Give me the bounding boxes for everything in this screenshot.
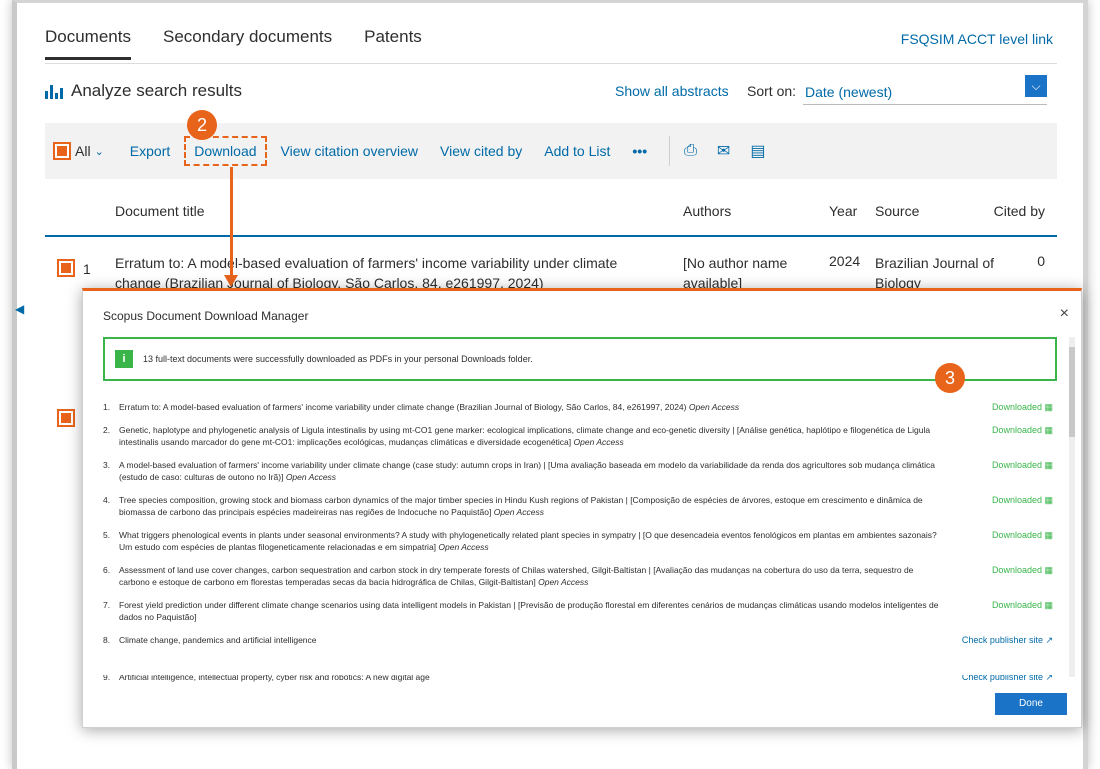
row-source-link[interactable]: Brazilian Journal of Biology	[875, 253, 995, 293]
col-authors[interactable]: Authors	[683, 203, 731, 219]
callout-arrow-head	[224, 275, 238, 287]
level-link[interactable]: FSQSIM ACCT level link	[901, 31, 1053, 47]
analyze-search-results[interactable]: Analyze search results	[45, 81, 242, 101]
select-all-checkbox[interactable]	[53, 142, 71, 160]
download-status-link[interactable]: Downloaded ▦	[992, 494, 1053, 506]
tab-secondary-documents[interactable]: Secondary documents	[163, 27, 332, 60]
row-title-link[interactable]: Erratum to: A model-based evaluation of …	[115, 253, 655, 293]
download-status-link[interactable]: Downloaded ▦	[992, 564, 1053, 576]
list-item: 2. Genetic, haplotype and phylogenetic a…	[103, 424, 1053, 447]
row-authors: [No author name available]	[683, 255, 788, 291]
callout-arrow-line	[230, 167, 233, 277]
view-cited-by-button[interactable]: View cited by	[440, 143, 522, 159]
more-options-button[interactable]: •••	[632, 143, 647, 159]
dialog-title: Scopus Document Download Manager	[103, 309, 309, 323]
step-badge-2: 2	[187, 110, 217, 140]
list-item: 4. Tree species composition, growing sto…	[103, 494, 1053, 517]
row-checkbox[interactable]	[57, 259, 75, 277]
add-to-list-button[interactable]: Add to List	[544, 143, 610, 159]
list-item: 5. What triggers phenological events in …	[103, 529, 1053, 552]
result-tabs: Documents Secondary documents Patents	[45, 27, 422, 60]
chevron-down-icon: ⌄	[94, 145, 104, 158]
check-publisher-link[interactable]: Check publisher site ↗	[962, 634, 1053, 646]
view-citation-overview-button[interactable]: View citation overview	[281, 143, 418, 159]
tab-documents[interactable]: Documents	[45, 27, 131, 60]
chevron-down-icon[interactable]: ⌵	[1025, 75, 1047, 97]
collapse-panel-icon[interactable]: ◀	[15, 302, 24, 316]
list-item: 8. Climate change, pandemics and artific…	[103, 634, 1053, 646]
col-document-title[interactable]: Document title	[115, 203, 204, 219]
show-all-abstracts-link[interactable]: Show all abstracts	[615, 83, 729, 99]
toolbar-separator	[669, 136, 671, 166]
row-cited-by: 0	[1037, 253, 1045, 269]
download-manager-dialog: Scopus Document Download Manager × i 13 …	[82, 288, 1082, 728]
list-item: 3. A model-based evaluation of farmers' …	[103, 459, 1053, 482]
print-icon[interactable]: ⎙	[684, 142, 697, 160]
info-icon: i	[115, 350, 133, 368]
bibliography-icon[interactable]: ▤	[750, 141, 765, 161]
sort-select[interactable]: Date (newest) ⌵	[803, 75, 1047, 105]
success-message: i 13 full-text documents were successful…	[103, 337, 1057, 381]
tabs-divider	[45, 63, 1057, 64]
download-list: 1. Erratum to: A model-based evaluation …	[103, 401, 1053, 657]
download-status-link[interactable]: Downloaded ▦	[992, 599, 1053, 611]
bar-chart-icon	[45, 83, 63, 99]
tab-patents[interactable]: Patents	[364, 27, 422, 60]
list-item: 1. Erratum to: A model-based evaluation …	[103, 401, 1053, 413]
download-status-link[interactable]: Downloaded ▦	[992, 529, 1053, 541]
dialog-scrollbar[interactable]	[1069, 337, 1075, 677]
list-item: 6. Assessment of land use cover changes,…	[103, 564, 1053, 587]
download-status-link[interactable]: Downloaded ▦	[992, 424, 1053, 436]
sort-label: Sort on:	[747, 83, 797, 99]
list-item: 7. Forest yield prediction under differe…	[103, 599, 1053, 622]
select-all-label: All	[75, 143, 91, 159]
list-item-partial: 9. Artificial intelligence, intellectual…	[103, 675, 1053, 683]
col-year[interactable]: Year	[829, 203, 857, 219]
download-button[interactable]: Download	[184, 136, 267, 166]
download-status-link[interactable]: Downloaded ▦	[992, 459, 1053, 471]
done-button[interactable]: Done	[995, 693, 1067, 715]
analyze-label: Analyze search results	[71, 81, 243, 100]
row-number: 1	[83, 261, 91, 277]
step-badge-3: 3	[935, 363, 965, 393]
row-checkbox[interactable]	[57, 409, 75, 427]
success-text: 13 full-text documents were successfully…	[143, 354, 533, 364]
check-publisher-link[interactable]: Check publisher site ↗	[962, 675, 1053, 683]
results-header-divider	[45, 235, 1057, 237]
sort-value: Date (newest)	[805, 84, 893, 100]
download-status-link[interactable]: Downloaded ▦	[992, 401, 1053, 413]
close-icon[interactable]: ×	[1060, 305, 1069, 323]
col-source[interactable]: Source	[875, 203, 919, 219]
email-icon[interactable]: ✉	[717, 141, 730, 161]
col-cited-by[interactable]: Cited by	[994, 203, 1045, 219]
select-all-dropdown[interactable]: All ⌄	[53, 142, 104, 160]
export-button[interactable]: Export	[130, 143, 170, 159]
row-year: 2024	[829, 253, 861, 269]
